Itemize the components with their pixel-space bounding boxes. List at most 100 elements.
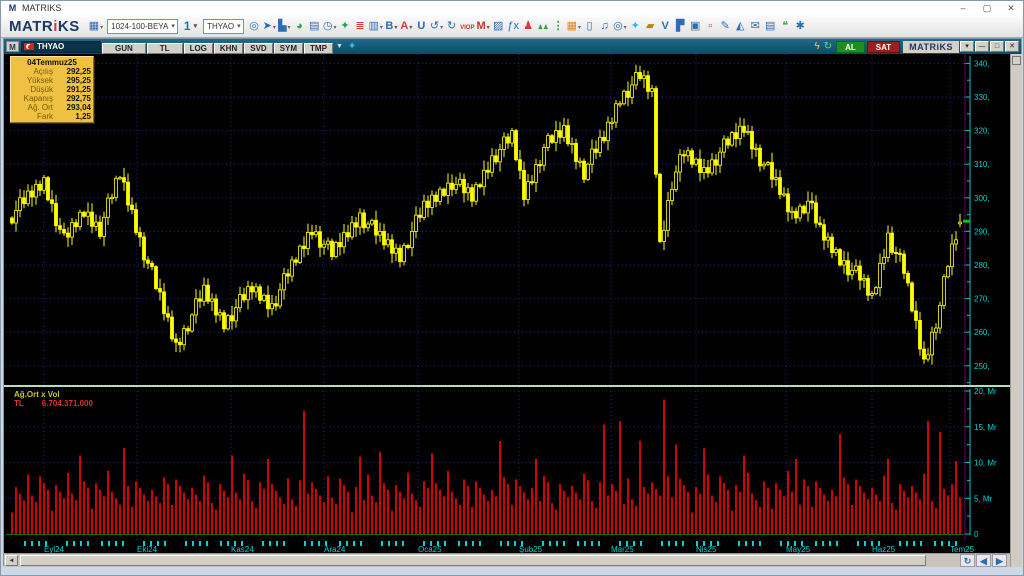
time-sales-icon[interactable]: ◷▾ [323,18,337,36]
matriks-app: M MATRIKS – ▢ ✕ MATRiKS ▦▾ 1024-100-BEYA… [0,0,1024,576]
info-row-aort: Ağ. Ort 293,04 [27,103,91,112]
chevron-down-icon: ▾ [486,25,490,31]
info-box-date: 04Temmuz25 [27,58,77,67]
zoom-icon[interactable]: ◎ [248,18,261,34]
maximize-button[interactable]: ▢ [975,3,999,14]
chevron-down-icon: ▾ [394,25,398,31]
window-close-button[interactable]: ✕ [1005,41,1019,52]
chart-window: M THYAO GUN TL LOG KHN SVD SYM TMP ▼ ✦ ϟ ↻ AL … [3,38,1022,567]
traffic-light-icon[interactable]: ⋮ [552,18,565,34]
symbol-combo[interactable]: THYAO ▾ [203,18,244,34]
chart-mode-button-svd[interactable]: SVD [244,42,273,54]
pane-splitter-button[interactable] [1012,56,1021,65]
window-title: MATRIKS [22,3,62,13]
window-maximize-button[interactable]: □ [990,41,1004,52]
close-button[interactable]: ✕ [999,3,1023,14]
info-row-dk: Düşük 291,25 [30,85,91,94]
svg-text:300,: 300, [974,194,990,203]
chart-analysis-icon[interactable]: ▛ [674,18,687,34]
minimize-button[interactable]: – [951,3,975,14]
trendline-icon[interactable]: ➤▾ [263,18,276,36]
formula-icon[interactable]: ƒx [507,18,520,34]
alarm-list-icon[interactable]: ▫ [704,18,717,34]
quick-trade-icon[interactable]: ϟ [814,41,819,52]
svg-text:310,: 310, [974,160,990,169]
underline-icon[interactable]: U [415,18,428,34]
chevron-down-icon: ▾ [237,23,241,30]
mail-icon[interactable]: ✉ [749,18,762,34]
save-icon[interactable]: ▦▾ [89,18,103,36]
chart-mode-button-log[interactable]: LOG [183,42,213,54]
undo-icon[interactable]: ↺▾ [430,18,443,36]
calculator-icon[interactable]: ▤ [764,18,777,34]
quote-screen-icon[interactable]: ▤ [308,18,321,34]
market-depth-icon[interactable]: ≣ [353,18,366,34]
report-icon[interactable]: ▯ [583,18,596,34]
app-logo-icon: M [7,2,18,14]
right-scroll-strip[interactable] [1010,54,1022,567]
redo-icon[interactable]: ↻ [445,18,458,34]
chart-symbol-box[interactable]: THYAO [21,40,101,53]
package-icon[interactable]: ▦▾ [567,18,581,36]
chart-mode-button-tmp[interactable]: TMP [304,42,333,54]
scroll-left-button[interactable]: ◄ [5,555,18,566]
chart-type-icon[interactable]: ▙▾ [278,18,291,36]
chart-window-menu-icon[interactable]: M [6,41,19,52]
chart-h-scrollbar[interactable]: ◄ ↻ ◀ ▶ [4,553,1010,567]
chart-mode-button-tl[interactable]: TL [146,42,183,54]
auto-scroll-icon[interactable]: ↻ [960,554,975,567]
layout-combo[interactable]: 1024-100-BEYA ▾ [107,18,178,34]
main-toolbar: MATRiKS ▦▾ 1024-100-BEYA ▾ 1 ▾ THYAO ▾ ◎ ➤▾ ▙… [1,15,1023,38]
matriks-menu-icon[interactable]: M▾ [476,18,489,36]
bell-icon[interactable]: ◭ [734,18,747,34]
price-pane[interactable]: 340, 330, 320, 310, 300, 290, 280, 270, 260, 250, [4,54,1010,385]
chart-mode-button-gun[interactable]: GUN [102,42,146,54]
window-menu-button[interactable]: ▾ [960,41,974,52]
viop-v-icon[interactable]: V [659,18,672,34]
scroll-bar-left-icon[interactable]: ◀ [976,554,991,567]
twitter-icon[interactable]: ✦ [629,18,642,34]
turkish-flag-icon [24,43,34,50]
draw-icon[interactable]: ✎ [719,18,732,34]
scrollbar-thumb[interactable] [20,555,926,566]
chart-window-icon[interactable]: ▨ [492,18,505,34]
agreement-icon[interactable]: ✦ [338,18,351,34]
news-icon[interactable]: ▥▾ [368,18,382,36]
info-row-kapan: Kapanış 292,75 [23,94,91,103]
chart-mode-button-khn[interactable]: KHN [213,42,244,54]
svg-text:Tem25: Tem25 [950,545,975,553]
svg-text:20, Mr: 20, Mr [974,387,997,396]
portfolio-users-icon[interactable]: ♟♟ [537,20,550,36]
sell-button[interactable]: SAT [866,40,901,53]
svg-text:260,: 260, [974,328,990,337]
chart-mode-button-sym[interactable]: SYM [273,42,304,54]
folder-icon[interactable]: ▰ [644,18,657,34]
font-color-icon[interactable]: A▾ [400,18,413,36]
chevron-down-icon: ▾ [287,25,291,31]
period-dropdown-icon[interactable]: ▼ [336,43,343,50]
chat-icon[interactable]: ❝ [779,18,792,34]
bold-icon[interactable]: B▾ [385,18,398,36]
scroll-bar-right-icon[interactable]: ▶ [992,554,1007,567]
volume-pane[interactable]: 20, Mr 15, Mr 10, Mr 5, Mr 0 [4,387,1010,540]
page-number-select[interactable]: 1 ▾ [184,19,197,34]
window-minimize-button[interactable]: — [975,41,989,52]
settings-gears-icon[interactable]: ✱ [794,18,807,34]
svg-text:280,: 280, [974,261,990,270]
svg-text:Kas24: Kas24 [231,545,254,553]
analyst-icon[interactable]: ♟ [522,18,535,34]
os-titlebar: M MATRIKS – ▢ ✕ [1,1,1023,15]
svg-text:340,: 340, [974,59,990,68]
speaker-icon[interactable]: ♫ [598,18,611,34]
viop-icon[interactable]: VIOP [460,20,474,36]
twitter-icon[interactable]: ✦ [348,41,356,52]
volume-pane-header: Ağ.Ort x Vol TL 6.704.371.000 [14,390,93,408]
chart-area[interactable]: 340, 330, 320, 310, 300, 290, 280, 270, 260, 250,… [4,54,1022,567]
pie-chart-icon[interactable]: ◕ [293,18,306,34]
symbol-search-icon[interactable]: ◎▾ [613,18,627,36]
chevron-down-icon: ▾ [272,25,276,31]
buy-button[interactable]: AL [836,40,865,53]
screen-share-icon[interactable]: ▣ [689,18,702,34]
refresh-icon[interactable]: ↻ [824,41,832,52]
svg-text:Eki24: Eki24 [137,545,158,553]
